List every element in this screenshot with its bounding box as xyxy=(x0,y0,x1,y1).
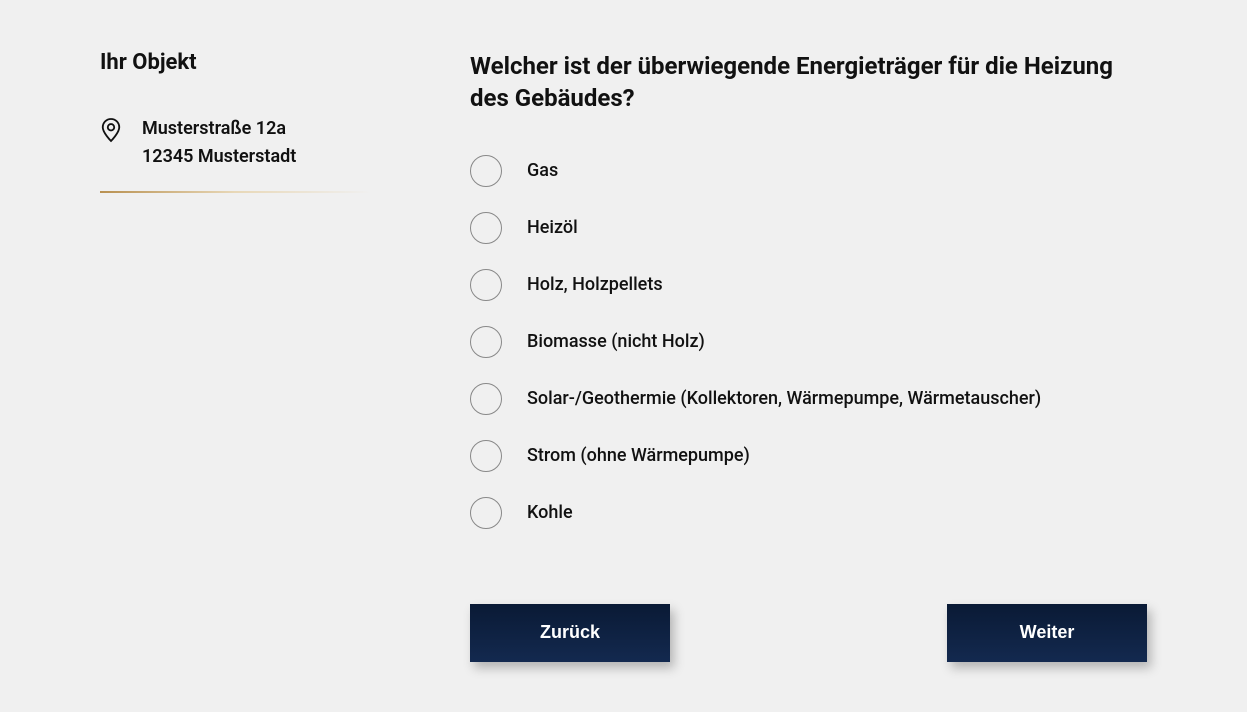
option-kohle[interactable]: Kohle xyxy=(470,497,1147,529)
options-list: Gas Heizöl Holz, Holzpellets Biomasse (n… xyxy=(470,155,1147,529)
next-button[interactable]: Weiter xyxy=(947,604,1147,662)
address-block: Musterstraße 12a 12345 Musterstadt xyxy=(100,115,370,193)
address-text: Musterstraße 12a 12345 Musterstadt xyxy=(142,115,296,171)
option-biomasse[interactable]: Biomasse (nicht Holz) xyxy=(470,326,1147,358)
main-content: Welcher ist der überwiegende Energieträg… xyxy=(470,50,1147,662)
radio-icon xyxy=(470,497,502,529)
location-pin-icon xyxy=(100,115,122,171)
radio-icon xyxy=(470,440,502,472)
option-label: Gas xyxy=(527,160,558,181)
sidebar-title: Ihr Objekt xyxy=(100,50,370,75)
option-gas[interactable]: Gas xyxy=(470,155,1147,187)
option-label: Solar-/Geothermie (Kollektoren, Wärmepum… xyxy=(527,388,1041,409)
option-label: Holz, Holzpellets xyxy=(527,274,663,295)
option-strom[interactable]: Strom (ohne Wärmepumpe) xyxy=(470,440,1147,472)
option-solar-geothermie[interactable]: Solar-/Geothermie (Kollektoren, Wärmepum… xyxy=(470,383,1147,415)
radio-icon xyxy=(470,212,502,244)
sidebar: Ihr Objekt Musterstraße 12a 12345 Muster… xyxy=(100,50,370,662)
nav-buttons: Zurück Weiter xyxy=(470,604,1147,662)
radio-icon xyxy=(470,269,502,301)
address-line-2: 12345 Musterstadt xyxy=(142,143,296,171)
back-button[interactable]: Zurück xyxy=(470,604,670,662)
question-heading: Welcher ist der überwiegende Energieträg… xyxy=(470,50,1147,115)
radio-icon xyxy=(470,326,502,358)
option-label: Heizöl xyxy=(527,217,578,238)
option-label: Biomasse (nicht Holz) xyxy=(527,331,705,352)
option-holz[interactable]: Holz, Holzpellets xyxy=(470,269,1147,301)
option-label: Strom (ohne Wärmepumpe) xyxy=(527,445,750,466)
radio-icon xyxy=(470,155,502,187)
option-label: Kohle xyxy=(527,502,573,523)
option-heizoel[interactable]: Heizöl xyxy=(470,212,1147,244)
radio-icon xyxy=(470,383,502,415)
address-line-1: Musterstraße 12a xyxy=(142,115,296,143)
form-container: Ihr Objekt Musterstraße 12a 12345 Muster… xyxy=(0,0,1247,712)
